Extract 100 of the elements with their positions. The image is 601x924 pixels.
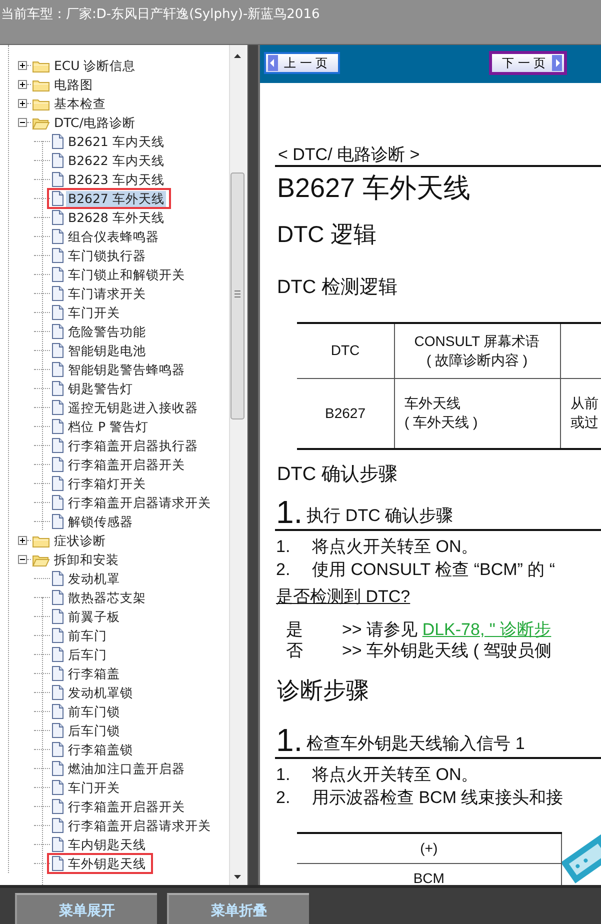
tree-item[interactable]: 行李箱盖锁 xyxy=(66,742,135,758)
tree-item[interactable]: DTC/电路诊断 xyxy=(52,114,138,130)
tree-item[interactable]: B2623 车内天线 xyxy=(66,172,166,188)
list-text: 将点火开关转至 ON。 xyxy=(312,764,478,786)
document-icon xyxy=(51,362,64,377)
list-number: 1. xyxy=(275,536,292,558)
document-icon xyxy=(51,514,64,529)
tree-item[interactable]: 行李箱盖开启器执行器 xyxy=(66,438,200,454)
subsection-heading: DTC 确认步骤 xyxy=(276,463,398,487)
tree-item[interactable]: 车门开关 xyxy=(66,780,122,796)
step-number: 1. xyxy=(275,494,303,530)
tree-item[interactable]: 组合仪表蜂鸣器 xyxy=(66,228,161,244)
table-cell: B2627 xyxy=(297,378,394,449)
tree-item[interactable]: 智能钥匙电池 xyxy=(66,342,148,358)
table-cell: 从前 或过 xyxy=(560,378,601,449)
document-icon xyxy=(51,818,64,833)
tree-item[interactable]: 行李箱盖开启器请求开关 xyxy=(66,494,213,510)
tree-item[interactable]: 行李箱盖开启器开关 xyxy=(66,456,187,472)
tree-item[interactable]: 散热器芯支架 xyxy=(66,590,148,606)
folder-icon xyxy=(32,96,50,110)
window-title: 当前车型：厂家:D-东风日产轩逸(Sylphy)-新蓝鸟2016 xyxy=(0,6,321,23)
document-icon xyxy=(51,856,64,871)
tree-item[interactable]: 基本检查 xyxy=(52,96,108,112)
document-icon xyxy=(51,286,64,301)
tree-item[interactable]: 档位 P 警告灯 xyxy=(66,418,150,434)
page-title: B2627 车外天线 xyxy=(276,172,472,204)
tree-item[interactable]: 车内钥匙天线 xyxy=(66,836,148,852)
tree-item[interactable]: 车外钥匙天线 xyxy=(66,856,148,872)
expand-toggle[interactable] xyxy=(18,118,27,127)
previous-page-button[interactable]: 上 一 页 xyxy=(264,52,340,74)
document-icon xyxy=(51,172,64,187)
tree-item[interactable]: 行李箱灯开关 xyxy=(66,476,148,492)
tree-item[interactable]: 遥控无钥匙进入接收器 xyxy=(66,400,200,416)
tree-item[interactable]: 后车门 xyxy=(66,646,109,662)
folder-icon xyxy=(32,552,50,566)
list-text: 用示波器检查 BCM 线束接头和接 xyxy=(312,787,564,809)
tree-item[interactable]: ECU 诊断信息 xyxy=(52,58,138,74)
document-icon xyxy=(51,381,64,396)
scrollbar[interactable] xyxy=(229,45,246,885)
next-page-button[interactable]: 下 一 页 xyxy=(490,52,566,74)
step-title: 执行 DTC 确认步骤 xyxy=(306,504,454,526)
tree-item[interactable]: B2622 车内天线 xyxy=(66,152,166,168)
list-number: 2. xyxy=(275,787,292,809)
answer-label: 否 xyxy=(285,640,304,661)
document-icon xyxy=(51,324,64,339)
tree-item[interactable]: 车门锁止和解锁开关 xyxy=(66,266,187,282)
section-heading: 诊断步骤 xyxy=(276,676,370,704)
tree-item[interactable]: 解锁传感器 xyxy=(66,514,135,530)
tree-item[interactable]: 前翼子板 xyxy=(66,608,122,624)
table-header-cell: DTC xyxy=(297,323,394,378)
expand-toggle[interactable] xyxy=(18,555,27,564)
expand-toggle[interactable] xyxy=(18,99,27,108)
expand-toggle[interactable] xyxy=(18,61,27,70)
document-icon xyxy=(51,723,64,738)
answer-label: 是 xyxy=(285,619,304,640)
tree-item[interactable]: 后车门锁 xyxy=(66,722,122,738)
document-icon xyxy=(51,267,64,282)
document-icon xyxy=(51,495,64,510)
tree-item[interactable]: 钥匙警告灯 xyxy=(66,380,135,396)
table-cell: BCM xyxy=(297,864,562,885)
table-cell: 车外天线 ( 车外天线 ) xyxy=(394,378,560,449)
answer-text: >> 请参见 DLK-78, " 诊断步 xyxy=(342,619,552,640)
document-icon xyxy=(51,571,64,586)
step-title: 检查车外钥匙天线输入信号 1 xyxy=(306,732,525,754)
document-icon xyxy=(51,837,64,852)
tree-item[interactable]: B2627 车外天线 xyxy=(66,190,166,206)
list-text: 使用 CONSULT 检查 “BCM” 的 “ xyxy=(312,559,556,581)
tree-item[interactable]: 车门请求开关 xyxy=(66,286,148,302)
document-icon xyxy=(51,476,64,491)
tree-item[interactable]: 行李箱盖 xyxy=(66,666,122,682)
tree-item[interactable]: 发动机罩 xyxy=(66,570,122,586)
tree-item[interactable]: B2621 车内天线 xyxy=(66,134,166,150)
question-text: 是否检测到 DTC? xyxy=(275,586,412,608)
tree-item[interactable]: 拆卸和安装 xyxy=(52,552,121,568)
document-icon xyxy=(51,780,64,795)
tree-item[interactable]: 燃油加注口盖开启器 xyxy=(66,760,187,776)
folder-icon xyxy=(32,58,50,72)
document-icon xyxy=(51,210,64,225)
document-icon xyxy=(51,647,64,662)
tree-item[interactable]: 车门开关 xyxy=(66,304,122,320)
document-icon xyxy=(51,609,64,624)
tree-item[interactable]: B2628 车外天线 xyxy=(66,210,166,226)
tree-item[interactable]: 发动机罩锁 xyxy=(66,684,135,700)
tree-item[interactable]: 行李箱盖开启器开关 xyxy=(66,798,187,814)
expand-toggle[interactable] xyxy=(18,80,27,89)
tree-item[interactable]: 车门锁执行器 xyxy=(66,248,148,264)
document-icon xyxy=(51,400,64,415)
expand-toggle[interactable] xyxy=(18,536,27,545)
folder-icon xyxy=(32,534,50,548)
document-icon xyxy=(51,134,64,149)
document-icon xyxy=(51,685,64,700)
tree-item[interactable]: 前车门锁 xyxy=(66,704,122,720)
folder-icon xyxy=(32,78,50,92)
tree-item[interactable]: 智能钥匙警告蜂鸣器 xyxy=(66,362,187,378)
tree-item[interactable]: 行李箱盖开启器请求开关 xyxy=(66,818,213,834)
tree-item[interactable]: 危险警告功能 xyxy=(66,324,148,340)
tree-item[interactable]: 前车门 xyxy=(66,628,109,644)
subsection-heading: DTC 检测逻辑 xyxy=(276,276,398,300)
tree-item[interactable]: 症状诊断 xyxy=(52,532,108,548)
tree-item[interactable]: 电路图 xyxy=(52,76,95,92)
